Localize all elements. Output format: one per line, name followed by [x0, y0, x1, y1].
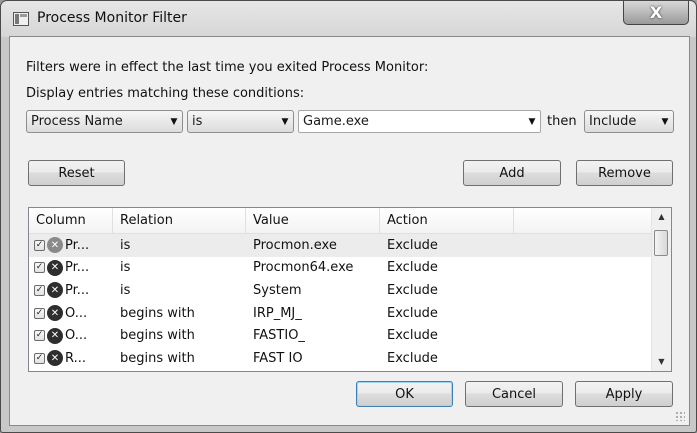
row-action: Exclude	[387, 282, 438, 298]
action-select[interactable]: Include ▼	[584, 110, 674, 133]
row-value: FAST IO	[253, 350, 303, 366]
row-relation: is	[120, 260, 131, 276]
row-value: Procmon64.exe	[253, 260, 354, 276]
info-text-conditions: Display entries matching these condition…	[26, 86, 305, 101]
remove-button[interactable]: Remove	[576, 160, 673, 186]
enabled-checkbox[interactable]: ✓	[34, 352, 45, 364]
filter-rows: ✓ ✕ Pr... is Procmon.exe Exclude ✓ ✕ Pr.…	[29, 234, 653, 370]
close-icon: X	[649, 3, 663, 22]
row-column-cell: ✓ ✕ Pr...	[29, 282, 113, 299]
exclude-icon: ✕	[47, 327, 63, 344]
exclude-icon: ✕	[47, 305, 63, 322]
then-label: then	[547, 114, 577, 129]
row-column-cell: ✓ ✕ R...	[29, 350, 113, 367]
chevron-down-icon: ▼	[661, 116, 669, 127]
row-column-cell: ✓ ✕ Pr...	[29, 237, 113, 254]
row-action: Exclude	[387, 350, 438, 366]
enabled-checkbox[interactable]: ✓	[34, 262, 45, 274]
row-action: Exclude	[387, 237, 438, 253]
row-value: IRP_MJ_	[253, 305, 302, 321]
close-button[interactable]: X	[623, 1, 689, 25]
row-column-cell: ✓ ✕ O...	[29, 327, 113, 344]
enabled-checkbox[interactable]: ✓	[34, 239, 45, 251]
column-select-value: Process Name	[31, 114, 123, 129]
row-column-text: Pr...	[65, 260, 90, 276]
row-relation: begins with	[120, 305, 195, 321]
exclude-icon: ✕	[47, 237, 63, 254]
filter-list[interactable]: Column Relation Value Action ✓ ✕ Pr... i…	[28, 207, 672, 372]
scroll-down-arrow-icon[interactable]: ▼	[652, 353, 671, 371]
chevron-down-icon: ▼	[528, 116, 536, 127]
row-column-text: O...	[65, 305, 88, 321]
row-value: Procmon.exe	[253, 237, 337, 253]
row-action: Exclude	[387, 328, 438, 344]
row-column-cell: ✓ ✕ O...	[29, 305, 113, 322]
row-column-text: Pr...	[65, 282, 90, 298]
column-header-value[interactable]: Value	[246, 208, 380, 233]
filter-row[interactable]: ✓ ✕ O... begins with FASTIO_ Exclude	[29, 324, 653, 347]
exclude-icon: ✕	[47, 282, 63, 299]
row-relation: is	[120, 237, 131, 253]
enabled-checkbox[interactable]: ✓	[34, 307, 45, 319]
column-header-filler	[514, 208, 653, 233]
row-relation: begins with	[120, 328, 195, 344]
app-window-icon	[13, 12, 29, 26]
column-header-relation[interactable]: Relation	[113, 208, 246, 233]
add-button[interactable]: Add	[463, 160, 561, 186]
column-header-action[interactable]: Action	[380, 208, 514, 233]
column-select[interactable]: Process Name ▼	[26, 110, 183, 133]
row-value: System	[253, 282, 302, 298]
enabled-checkbox[interactable]: ✓	[34, 284, 45, 296]
window-title: Process Monitor Filter	[37, 10, 187, 26]
row-action: Exclude	[387, 305, 438, 321]
row-relation: is	[120, 282, 131, 298]
column-header-column[interactable]: Column	[29, 208, 113, 233]
enabled-checkbox[interactable]: ✓	[34, 330, 45, 342]
chevron-down-icon: ▼	[281, 116, 289, 127]
filter-row[interactable]: ✓ ✕ R... begins with FAST IO Exclude	[29, 347, 653, 370]
row-value: FASTIO_	[253, 328, 305, 344]
chevron-down-icon: ▼	[170, 116, 178, 127]
dialog-body: Filters were in effect the last time you…	[9, 36, 690, 426]
filter-row[interactable]: ✓ ✕ Pr... is System Exclude	[29, 279, 653, 302]
process-monitor-filter-dialog: Process Monitor Filter X Filters were in…	[0, 0, 697, 433]
resize-grip-icon[interactable]	[675, 411, 685, 421]
title-bar[interactable]: Process Monitor Filter X	[1, 1, 696, 36]
action-select-value: Include	[589, 114, 637, 129]
filter-row[interactable]: ✓ ✕ Pr... is Procmon.exe Exclude	[29, 234, 653, 257]
row-column-text: Pr...	[65, 237, 90, 253]
reset-button[interactable]: Reset	[28, 160, 125, 186]
filter-row[interactable]: ✓ ✕ O... begins with IRP_MJ_ Exclude	[29, 302, 653, 325]
vertical-scrollbar[interactable]: ▲ ▼	[651, 208, 671, 371]
value-combo-input[interactable]: Game.exe ▼	[298, 110, 541, 133]
row-column-text: R...	[65, 350, 86, 366]
relation-select[interactable]: is ▼	[187, 110, 294, 133]
row-action: Exclude	[387, 260, 438, 276]
row-column-cell: ✓ ✕ Pr...	[29, 259, 113, 276]
relation-select-value: is	[192, 114, 203, 129]
filter-row[interactable]: ✓ ✕ Pr... is Procmon64.exe Exclude	[29, 257, 653, 280]
cancel-button[interactable]: Cancel	[465, 381, 563, 407]
value-input-text: Game.exe	[303, 114, 369, 129]
exclude-icon: ✕	[47, 350, 63, 367]
filter-list-header: Column Relation Value Action	[29, 208, 653, 234]
row-relation: begins with	[120, 350, 195, 366]
exclude-icon: ✕	[47, 259, 63, 276]
info-text-previous-filters: Filters were in effect the last time you…	[26, 60, 429, 75]
ok-button[interactable]: OK	[356, 381, 453, 407]
scroll-up-arrow-icon[interactable]: ▲	[652, 208, 671, 226]
scrollbar-thumb[interactable]	[654, 230, 668, 256]
apply-button[interactable]: Apply	[575, 381, 673, 407]
row-column-text: O...	[65, 328, 88, 344]
